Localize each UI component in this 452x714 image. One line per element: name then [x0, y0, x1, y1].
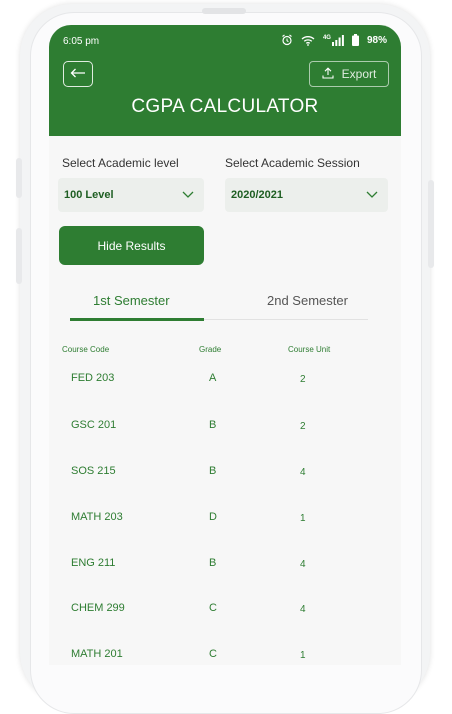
course-unit: 4 [300, 467, 306, 478]
phone-side-button-left-2 [16, 228, 22, 284]
course-code: CHEM 299 [71, 602, 125, 614]
course-code: MATH 201 [71, 648, 123, 660]
table-row: ENG 211 B 4 [49, 557, 401, 597]
table-row: SOS 215 B 4 [49, 465, 401, 505]
column-header-course-unit: Course Unit [288, 345, 331, 354]
course-grade: A [209, 372, 217, 384]
course-code: ENG 211 [71, 557, 116, 569]
course-grade: C [209, 602, 217, 614]
level-label: Select Academic level [62, 156, 179, 170]
table-row: FED 203 A 2 [49, 372, 401, 412]
phone-side-button-left [16, 158, 22, 198]
column-header-course-code: Course Code [62, 345, 110, 354]
table-row: GSC 201 B 2 [49, 419, 401, 459]
course-unit: 4 [300, 604, 306, 615]
tab-first-semester[interactable]: 1st Semester [93, 293, 170, 308]
arrow-left-icon [70, 65, 86, 83]
tab-second-semester[interactable]: 2nd Semester [267, 293, 348, 308]
status-time: 6:05 pm [63, 36, 100, 47]
course-unit: 1 [300, 513, 306, 524]
table-row: MATH 203 D 1 [49, 511, 401, 551]
upload-icon [322, 66, 334, 82]
table-row: CHEM 299 C 4 [49, 602, 401, 642]
course-code: FED 203 [71, 372, 115, 384]
course-code: SOS 215 [71, 465, 116, 477]
phone-speaker [202, 8, 246, 14]
session-select-value: 2020/2021 [231, 189, 283, 201]
session-label: Select Academic Session [225, 156, 360, 170]
table-row: MATH 201 C 1 [49, 648, 401, 665]
app-screen: 6:05 pm 4G 98% Export CGPA CALCULATOR Se… [49, 25, 401, 665]
signal-icon: 4G [322, 34, 344, 46]
wifi-icon [301, 35, 315, 46]
chevron-down-icon [366, 189, 378, 201]
hide-results-button[interactable]: Hide Results [59, 226, 204, 265]
course-grade: D [209, 511, 217, 523]
course-grade: B [209, 465, 217, 477]
active-tab-indicator [70, 318, 204, 321]
battery-percent: 98% [366, 34, 387, 46]
alarm-icon [281, 34, 293, 46]
course-grade: B [209, 557, 217, 569]
network-type: 4G [322, 34, 331, 41]
level-select-value: 100 Level [64, 189, 114, 201]
phone-side-button-right [428, 180, 434, 268]
chevron-down-icon [182, 189, 194, 201]
battery-icon [351, 34, 359, 46]
status-icons: 4G 98% [281, 34, 387, 46]
course-unit: 4 [300, 559, 306, 570]
course-code: MATH 203 [71, 511, 123, 523]
column-header-grade: Grade [199, 345, 222, 354]
export-button[interactable]: Export [309, 61, 389, 87]
page-title: CGPA CALCULATOR [131, 96, 319, 117]
course-unit: 2 [300, 421, 306, 432]
back-button[interactable] [63, 61, 93, 87]
level-select[interactable]: 100 Level [58, 178, 204, 212]
session-select[interactable]: 2020/2021 [225, 178, 388, 212]
app-header: 6:05 pm 4G 98% Export CGPA CALCULATOR [49, 25, 401, 136]
course-grade: B [209, 419, 217, 431]
course-code: GSC 201 [71, 419, 117, 431]
course-unit: 2 [300, 374, 306, 385]
course-grade: C [209, 648, 217, 660]
export-label: Export [341, 67, 377, 81]
